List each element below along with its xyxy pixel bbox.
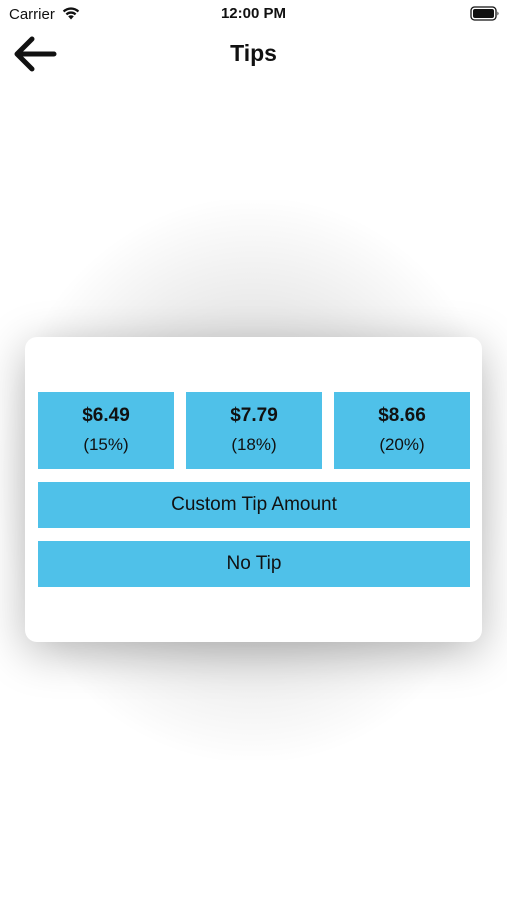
status-bar: Carrier 12:00 PM — [0, 0, 507, 28]
tip-percent: (18%) — [231, 435, 277, 454]
page-title: Tips — [230, 40, 277, 66]
battery-icon — [470, 6, 499, 21]
status-time: 12:00 PM — [220, 5, 287, 22]
tip-option-18[interactable]: $7.79 (18%) — [186, 392, 322, 469]
no-tip-button[interactable]: No Tip — [38, 541, 470, 587]
custom-tip-button[interactable]: Custom Tip Amount — [38, 482, 470, 528]
tip-dialog: $6.49 (15%) $7.79 (18%) $8.66 (20%) Cust… — [25, 337, 482, 642]
tip-amount: $8.66 — [378, 405, 426, 426]
tip-amount: $7.79 — [230, 405, 278, 426]
tip-percent: (15%) — [83, 435, 129, 454]
navigation-bar: Tips — [0, 28, 507, 78]
tip-percent: (20%) — [379, 435, 425, 454]
tip-option-20[interactable]: $8.66 (20%) — [334, 392, 470, 469]
tip-amount: $6.49 — [82, 405, 130, 426]
tip-option-15[interactable]: $6.49 (15%) — [38, 392, 174, 469]
